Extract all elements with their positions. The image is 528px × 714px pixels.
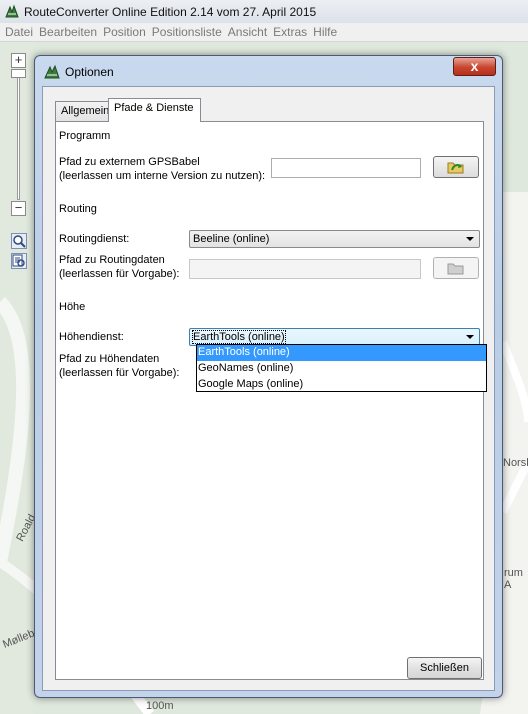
menu-ansicht[interactable]: Ansicht: [225, 25, 270, 39]
routing-service-value: Beeline (online): [193, 233, 270, 245]
menu-extras[interactable]: Extras: [270, 25, 310, 39]
app-titlebar: RouteConverter Online Edition 2.14 vom 2…: [0, 0, 528, 23]
schliessen-button[interactable]: Schließen: [407, 657, 482, 679]
zoom-slider-handle[interactable]: [11, 69, 26, 78]
separator-hoehe: [59, 319, 481, 320]
close-button[interactable]: x: [453, 57, 496, 76]
separator-routing: [59, 221, 481, 222]
map-label-norsk: Norsk: [503, 457, 528, 469]
zoom-icon[interactable]: [11, 233, 27, 249]
gpsbabel-browse-button[interactable]: [433, 156, 479, 178]
dropdown-option-googlemaps[interactable]: Google Maps (online): [197, 377, 486, 393]
options-dialog: Optionen x Allgemein Pfade & Dienste Pro…: [34, 55, 503, 698]
app-logo-icon: [5, 3, 19, 17]
menu-positionsliste[interactable]: Positionsliste: [149, 25, 225, 39]
routing-path-label-line2: (leerlassen für Vorgabe):: [59, 268, 180, 280]
elevation-service-dropdown: EarthTools (online) GeoNames (online) Go…: [196, 344, 487, 392]
section-programm: Programm: [59, 130, 111, 142]
elevation-path-label-line2: (leerlassen für Vorgabe):: [59, 367, 180, 379]
dialog-title: Optionen: [65, 65, 114, 79]
chevron-down-icon: [466, 335, 474, 339]
menu-bearbeiten[interactable]: Bearbeiten: [36, 25, 100, 39]
map-label-rum: rum A: [504, 567, 523, 591]
section-routing: Routing: [59, 203, 97, 215]
gpsbabel-label-line1: Pfad zu externem GPSBabel: [59, 156, 200, 168]
dialog-titlebar[interactable]: Optionen x: [35, 56, 502, 86]
menu-position[interactable]: Position: [100, 25, 149, 39]
menu-hilfe[interactable]: Hilfe: [310, 25, 340, 39]
dialog-logo-icon: [44, 64, 60, 79]
dropdown-option-geonames[interactable]: GeoNames (online): [197, 361, 486, 377]
section-hoehe: Höhe: [59, 301, 86, 313]
elevation-service-label: Höhendienst:: [59, 331, 124, 343]
routing-path-label-line1: Pfad zu Routingdaten: [59, 254, 165, 266]
dialog-content: Allgemein Pfade & Dienste Programm Pfad …: [42, 86, 495, 691]
zoom-in-button[interactable]: +: [11, 53, 26, 68]
folder-browse-icon: [447, 162, 464, 174]
search-list-icon[interactable]: [11, 253, 27, 269]
menubar: Datei Bearbeiten Position Positionsliste…: [0, 23, 528, 42]
zoom-slider[interactable]: [17, 70, 20, 200]
elevation-path-label-line1: Pfad zu Höhendaten: [59, 353, 160, 365]
folder-browse-icon: [447, 263, 464, 275]
zoom-out-button[interactable]: −: [11, 201, 26, 216]
separator-programm: [59, 148, 481, 149]
app-title: RouteConverter Online Edition 2.14 vom 2…: [24, 4, 317, 19]
routing-service-select[interactable]: Beeline (online): [189, 230, 480, 248]
dropdown-option-earthtools[interactable]: EarthTools (online): [197, 345, 486, 361]
tab-pfade-dienste[interactable]: Pfade & Dienste: [108, 98, 201, 122]
chevron-down-icon: [466, 237, 474, 241]
gpsbabel-path-input[interactable]: [271, 158, 421, 178]
routing-service-label: Routingdienst:: [59, 233, 130, 245]
gpsbabel-label-line2: (leerlassen um interne Version zu nutzen…: [59, 170, 266, 182]
map-scale: 100m: [146, 700, 174, 712]
routing-path-input: [189, 259, 421, 279]
routing-browse-button: [433, 257, 479, 279]
tab-panel-pfade-dienste: Programm Pfad zu externem GPSBabel (leer…: [55, 121, 484, 680]
menu-datei[interactable]: Datei: [2, 25, 36, 39]
elevation-service-value: EarthTools (online): [192, 330, 286, 344]
tab-allgemein[interactable]: Allgemein: [55, 101, 109, 121]
